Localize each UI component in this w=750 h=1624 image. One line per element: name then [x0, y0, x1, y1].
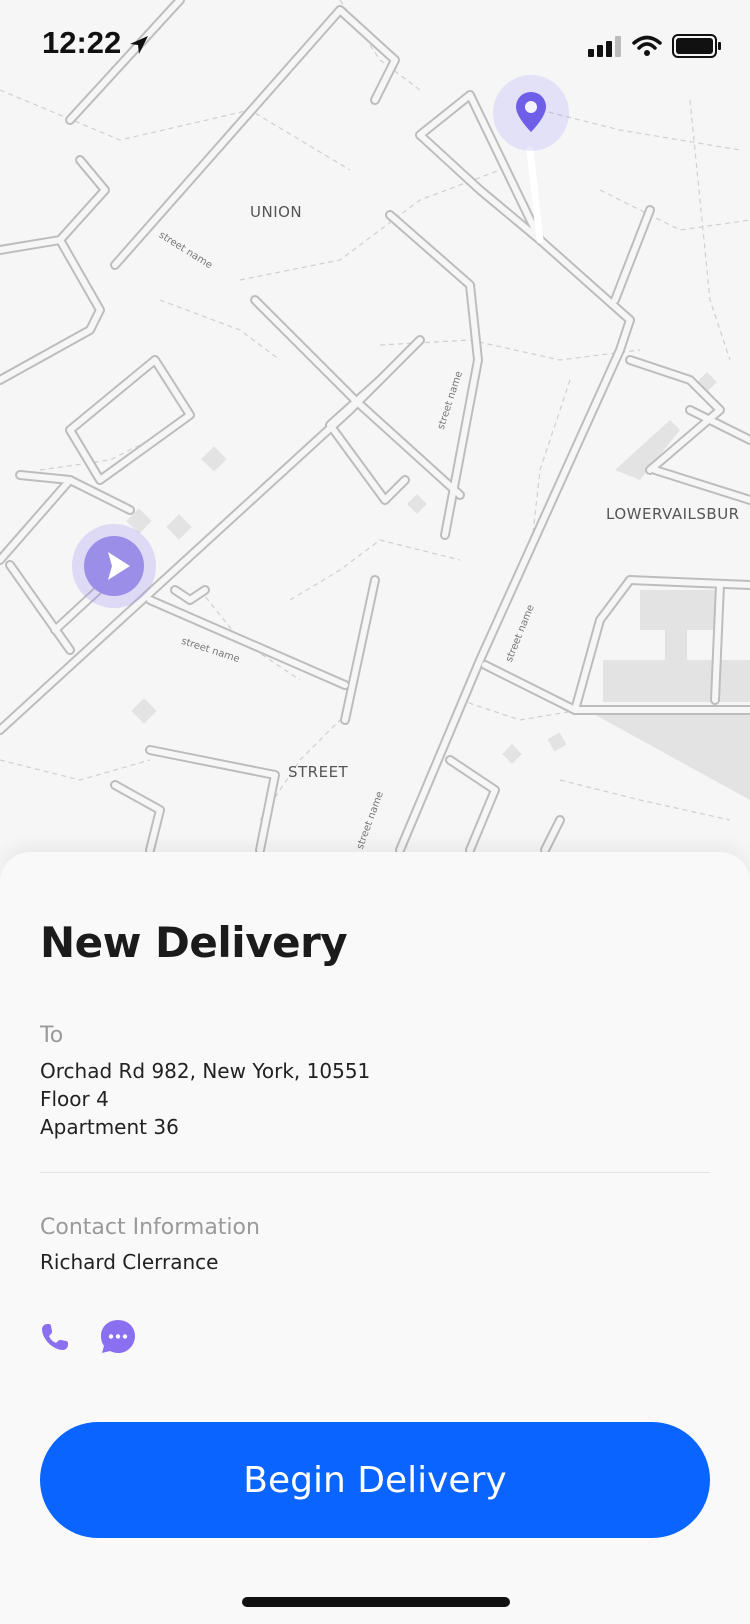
contact-label: Contact Information [40, 1215, 260, 1240]
page-title: New Delivery [40, 918, 348, 967]
chat-bubble-icon[interactable] [99, 1318, 137, 1361]
location-pin-icon [513, 90, 549, 139]
navigation-arrow-icon [84, 536, 144, 596]
location-arrow-icon [128, 34, 150, 61]
begin-delivery-button[interactable]: Begin Delivery [40, 1422, 710, 1538]
status-bar: 12:22 [0, 0, 750, 90]
address-line: Floor 4 [40, 1087, 109, 1111]
address-line: Orchad Rd 982, New York, 10551 [40, 1059, 371, 1083]
phone-icon[interactable] [40, 1322, 70, 1357]
to-label: To [40, 1023, 64, 1048]
home-indicator[interactable] [242, 1597, 510, 1607]
map-area-label: LOWERVAILSBUR [606, 505, 740, 523]
map-area-label: UNION [250, 203, 303, 221]
current-location-marker[interactable] [72, 524, 156, 608]
map-roads [0, 0, 750, 855]
signal-icon [588, 35, 622, 62]
battery-icon [672, 34, 722, 63]
divider [40, 1172, 710, 1173]
wifi-icon [632, 35, 662, 62]
status-icons [588, 34, 722, 63]
status-time: 12:22 [42, 25, 122, 60]
map-view[interactable]: UNION LOWERVAILSBUR STREET street name s… [0, 0, 750, 870]
delivery-address: Orchad Rd 982, New York, 10551 Floor 4 A… [40, 1057, 370, 1141]
map-area-label: STREET [288, 763, 349, 781]
contact-name: Richard Clerrance [40, 1250, 219, 1274]
address-line: Apartment 36 [40, 1115, 179, 1139]
